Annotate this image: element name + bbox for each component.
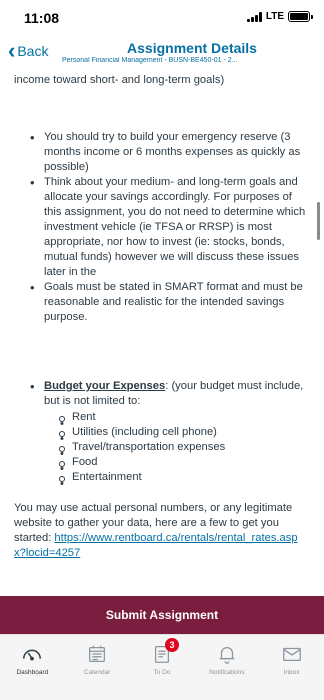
- list-item: Budget your Expenses: (your budget must …: [30, 379, 308, 485]
- list-item: Travel/transportation expenses: [58, 440, 308, 455]
- tab-label: Dashboard: [16, 669, 49, 676]
- budget-items: Rent Utilities (including cell phone) Tr…: [44, 410, 308, 485]
- status-indicators: LTE: [246, 11, 313, 22]
- cut-off-text: income toward short- and long-term goals…: [14, 74, 225, 86]
- bell-icon: [219, 647, 235, 664]
- list-item: Entertainment: [58, 470, 308, 485]
- tab-label: Calendar: [84, 669, 111, 676]
- bottom-tab-bar: Dashboard Calendar 3 To Do Notifications…: [0, 634, 324, 700]
- tab-label: Inbox: [283, 669, 300, 676]
- nav-header: ‹ Back Assignment Details Personal Finan…: [0, 34, 324, 70]
- tab-dashboard[interactable]: Dashboard: [0, 635, 65, 700]
- closing-paragraph: You may use actual personal numbers, or …: [14, 501, 308, 561]
- list-item: Food: [58, 455, 308, 470]
- list-item: Rent: [58, 410, 308, 425]
- tab-inbox[interactable]: Inbox: [259, 635, 324, 700]
- list-item: Goals must be stated in SMART format and…: [30, 280, 308, 325]
- scrollbar[interactable]: [317, 202, 320, 240]
- budget-list: Budget your Expenses: (your budget must …: [14, 379, 308, 485]
- todo-badge: 3: [164, 638, 179, 652]
- submit-label: Submit Assignment: [105, 608, 219, 622]
- list-item: Utilities (including cell phone): [58, 425, 308, 440]
- list-item: You should try to build your emergency r…: [30, 130, 308, 175]
- page-title: Assignment Details: [127, 40, 257, 56]
- assignment-content[interactable]: income toward short- and long-term goals…: [0, 72, 324, 596]
- list-item: Think about your medium- and long-term g…: [30, 175, 308, 280]
- dashboard-icon: [23, 649, 42, 661]
- rentboard-link[interactable]: https://www.rentboard.ca/rentals/rental_…: [14, 532, 298, 559]
- calendar-icon: [89, 645, 106, 662]
- budget-heading: Budget your Expenses: [44, 380, 166, 392]
- network-type: LTE: [265, 11, 284, 22]
- battery-icon: [288, 11, 313, 22]
- signal-icon: [246, 11, 262, 22]
- tab-todo[interactable]: 3 To Do: [130, 635, 195, 700]
- tab-notifications[interactable]: Notifications: [194, 635, 259, 700]
- page-subtitle: Personal Financial Management - BUSN-BE4…: [62, 57, 238, 64]
- tab-label: Notifications: [209, 669, 245, 676]
- status-time: 11:08: [24, 10, 60, 26]
- tab-label: To Do: [153, 669, 171, 676]
- submit-assignment-button[interactable]: Submit Assignment: [0, 596, 324, 634]
- inbox-icon: [282, 647, 301, 662]
- goals-list: You should try to build your emergency r…: [14, 130, 308, 325]
- status-bar: 11:08 LTE: [0, 0, 324, 34]
- tab-calendar[interactable]: Calendar: [65, 635, 130, 700]
